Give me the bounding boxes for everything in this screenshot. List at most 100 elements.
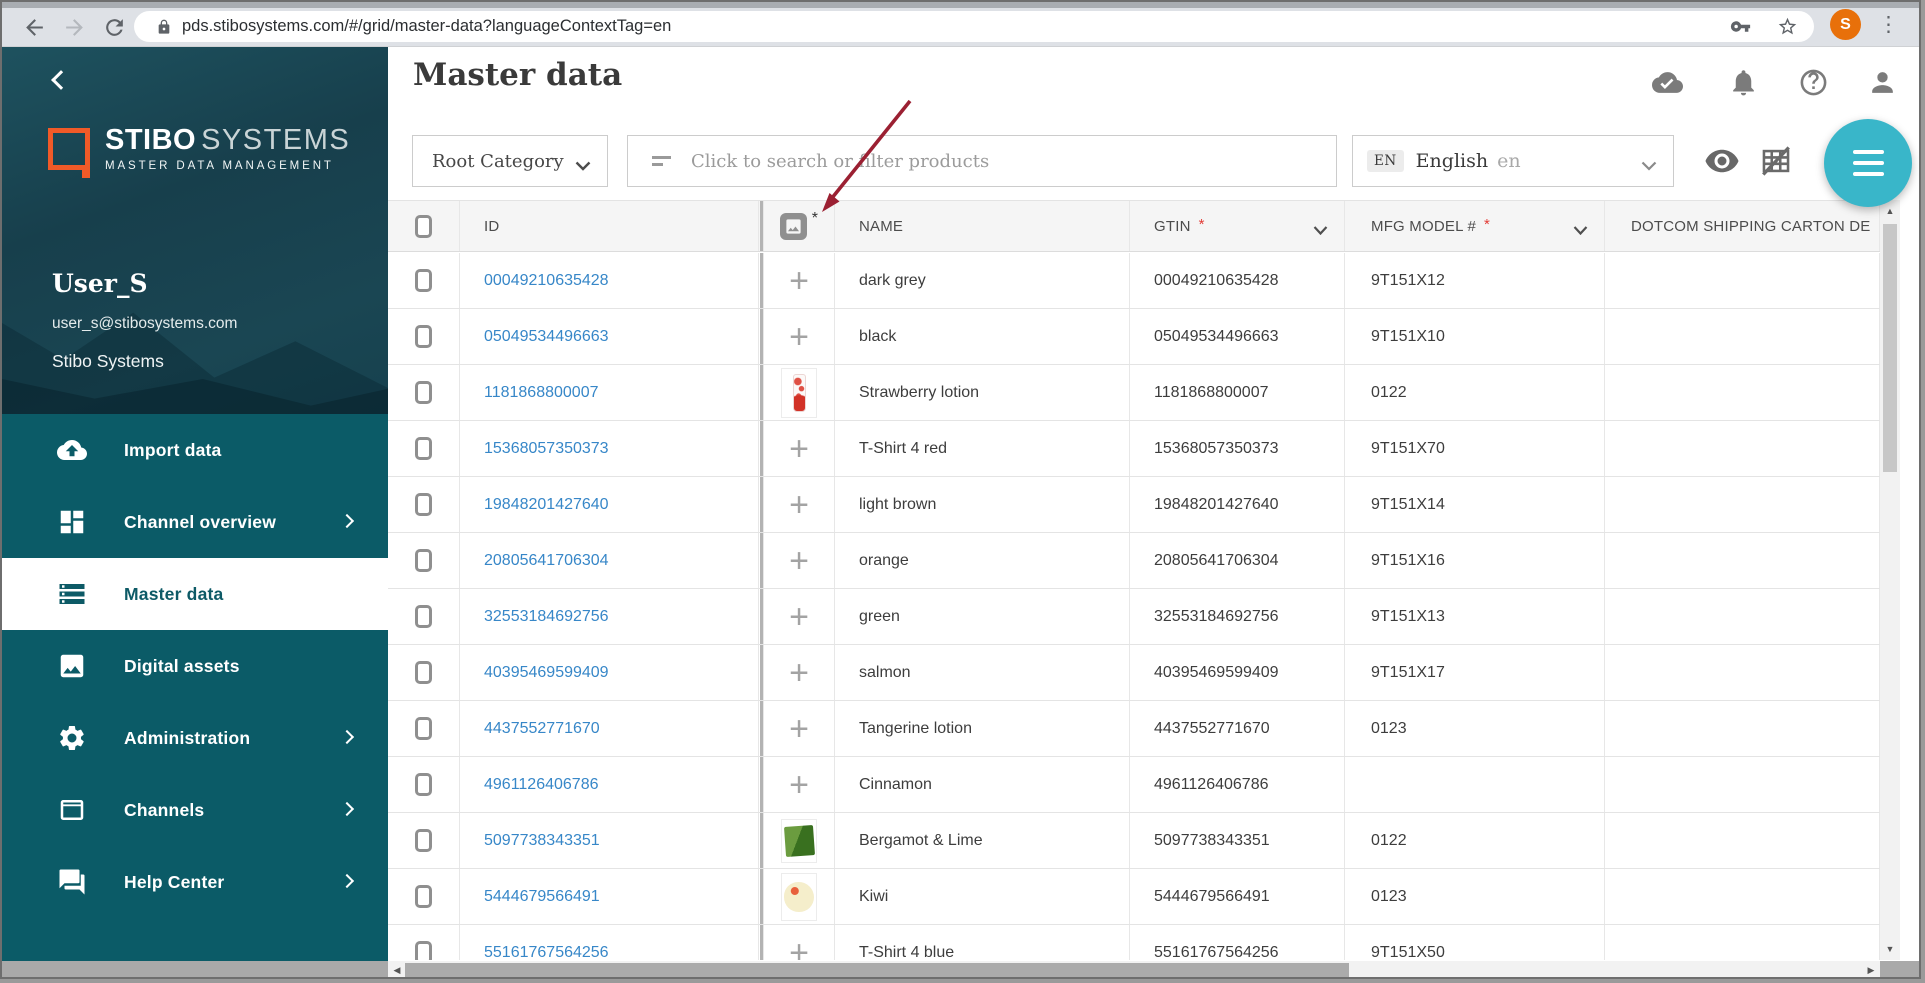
vertical-scrollbar[interactable]: ▲ ▼ xyxy=(1880,200,1900,960)
mfg-model-cell[interactable]: 9T151X50 xyxy=(1345,925,1605,960)
product-id-link[interactable]: 15368057350373 xyxy=(484,440,609,458)
dotcom-shipping-cell[interactable] xyxy=(1605,645,1880,700)
frozen-column-divider[interactable] xyxy=(760,201,763,251)
vertical-scrollbar-thumb[interactable] xyxy=(1883,224,1897,472)
add-image-icon[interactable]: + xyxy=(789,938,809,961)
row-checkbox[interactable] xyxy=(415,549,432,572)
sidebar-item-channels[interactable]: Channels xyxy=(2,774,388,846)
gtin-cell[interactable]: 05049534496663 xyxy=(1130,309,1345,364)
product-id-link[interactable]: 20805641706304 xyxy=(484,552,609,570)
product-id-link[interactable]: 55161767564256 xyxy=(484,944,609,961)
row-checkbox[interactable] xyxy=(415,325,432,348)
address-bar[interactable]: pds.stibosystems.com/#/grid/master-data?… xyxy=(134,11,1814,42)
user-profile-icon[interactable] xyxy=(1867,67,1898,98)
dotcom-shipping-cell[interactable] xyxy=(1605,925,1880,960)
mfg-model-cell[interactable]: 9T151X17 xyxy=(1345,645,1605,700)
product-id-link[interactable]: 4437552771670 xyxy=(484,720,600,738)
sidebar-item-channel-overview[interactable]: Channel overview xyxy=(2,486,388,558)
category-select[interactable]: Root Category xyxy=(412,135,608,187)
mfg-model-cell[interactable]: 9T151X16 xyxy=(1345,533,1605,588)
name-cell[interactable]: Kiwi xyxy=(835,869,1130,924)
scroll-down-arrow-icon[interactable]: ▼ xyxy=(1880,940,1900,958)
row-checkbox[interactable] xyxy=(415,661,432,684)
sidebar-item-administration[interactable]: Administration xyxy=(2,702,388,774)
dotcom-shipping-cell[interactable] xyxy=(1605,869,1880,924)
gtin-cell[interactable]: 40395469599409 xyxy=(1130,645,1345,700)
preview-eye-icon[interactable] xyxy=(1702,146,1742,176)
product-id-link[interactable]: 00049210635428 xyxy=(484,272,609,290)
search-input[interactable] xyxy=(691,151,1318,172)
column-header-image[interactable]: * xyxy=(764,201,835,251)
browser-back-button[interactable] xyxy=(22,15,47,40)
row-checkbox[interactable] xyxy=(415,437,432,460)
column-header-id[interactable]: ID xyxy=(460,201,759,251)
scroll-up-arrow-icon[interactable]: ▲ xyxy=(1880,202,1900,220)
row-checkbox[interactable] xyxy=(415,493,432,516)
dotcom-shipping-cell[interactable] xyxy=(1605,421,1880,476)
dotcom-shipping-cell[interactable] xyxy=(1605,309,1880,364)
column-header-name[interactable]: NAME xyxy=(835,201,1130,251)
scroll-right-arrow-icon[interactable]: ▶ xyxy=(1862,961,1880,979)
dotcom-shipping-cell[interactable] xyxy=(1605,589,1880,644)
mfg-model-cell[interactable]: 9T151X13 xyxy=(1345,589,1605,644)
dotcom-shipping-cell[interactable] xyxy=(1605,533,1880,588)
bergamot-lime-thumbnail[interactable] xyxy=(781,819,817,863)
name-cell[interactable]: T-Shirt 4 red xyxy=(835,421,1130,476)
row-checkbox[interactable] xyxy=(415,605,432,628)
column-menu-chevron-icon[interactable] xyxy=(1313,222,1328,231)
mfg-model-cell[interactable]: 0122 xyxy=(1345,365,1605,420)
row-checkbox[interactable] xyxy=(415,941,432,960)
add-image-icon[interactable]: + xyxy=(789,602,809,632)
browser-menu-icon[interactable]: ⋮ xyxy=(1878,11,1899,38)
name-cell[interactable]: black xyxy=(835,309,1130,364)
add-image-icon[interactable]: + xyxy=(789,322,809,352)
dotcom-shipping-cell[interactable] xyxy=(1605,701,1880,756)
sidebar-item-import-data[interactable]: Import data xyxy=(2,414,388,486)
row-checkbox[interactable] xyxy=(415,269,432,292)
gtin-cell[interactable]: 5097738343351 xyxy=(1130,813,1345,868)
name-cell[interactable]: salmon xyxy=(835,645,1130,700)
row-checkbox[interactable] xyxy=(415,773,432,796)
product-id-link[interactable]: 4961126406786 xyxy=(484,776,599,794)
actions-menu-fab[interactable] xyxy=(1824,119,1912,207)
product-id-link[interactable]: 05049534496663 xyxy=(484,328,609,346)
name-cell[interactable]: T-Shirt 4 blue xyxy=(835,925,1130,960)
mfg-model-cell[interactable]: 9T151X14 xyxy=(1345,477,1605,532)
add-image-icon[interactable]: + xyxy=(789,770,809,800)
mfg-model-cell[interactable]: 0123 xyxy=(1345,701,1605,756)
grid-view-toggle-icon[interactable] xyxy=(1759,144,1793,178)
gtin-cell[interactable]: 4961126406786 xyxy=(1130,757,1345,812)
add-image-icon[interactable]: + xyxy=(789,546,809,576)
add-image-icon[interactable]: + xyxy=(789,490,809,520)
url-text[interactable]: pds.stibosystems.com/#/grid/master-data?… xyxy=(182,17,671,36)
row-checkbox[interactable] xyxy=(415,381,432,404)
column-menu-chevron-icon[interactable] xyxy=(1573,222,1588,231)
sidebar-collapse-icon[interactable] xyxy=(51,70,71,90)
sidebar-item-help-center[interactable]: Help Center xyxy=(2,846,388,918)
name-cell[interactable]: Strawberry lotion xyxy=(835,365,1130,420)
mfg-model-cell[interactable]: 9T151X12 xyxy=(1345,253,1605,308)
column-header-gtin[interactable]: GTIN* xyxy=(1130,201,1345,251)
mfg-model-cell[interactable] xyxy=(1345,757,1605,812)
row-checkbox[interactable] xyxy=(415,829,432,852)
name-cell[interactable]: Tangerine lotion xyxy=(835,701,1130,756)
horizontal-scrollbar-thumb[interactable] xyxy=(405,963,1349,977)
name-cell[interactable]: dark grey xyxy=(835,253,1130,308)
gtin-cell[interactable]: 1181868800007 xyxy=(1130,365,1345,420)
row-checkbox[interactable] xyxy=(415,717,432,740)
mfg-model-cell[interactable]: 0123 xyxy=(1345,869,1605,924)
sidebar-item-digital-assets[interactable]: Digital assets xyxy=(2,630,388,702)
product-id-link[interactable]: 5444679566491 xyxy=(484,888,600,906)
product-id-link[interactable]: 1181868800007 xyxy=(484,384,599,402)
gtin-cell[interactable]: 4437552771670 xyxy=(1130,701,1345,756)
dotcom-shipping-cell[interactable] xyxy=(1605,477,1880,532)
mfg-model-cell[interactable]: 9T151X10 xyxy=(1345,309,1605,364)
dotcom-shipping-cell[interactable] xyxy=(1605,365,1880,420)
name-cell[interactable]: light brown xyxy=(835,477,1130,532)
scroll-left-arrow-icon[interactable]: ◀ xyxy=(388,961,406,979)
dotcom-shipping-cell[interactable] xyxy=(1605,253,1880,308)
gtin-cell[interactable]: 32553184692756 xyxy=(1130,589,1345,644)
add-image-icon[interactable]: + xyxy=(789,658,809,688)
product-id-link[interactable]: 32553184692756 xyxy=(484,608,609,626)
product-id-link[interactable]: 5097738343351 xyxy=(484,832,600,850)
